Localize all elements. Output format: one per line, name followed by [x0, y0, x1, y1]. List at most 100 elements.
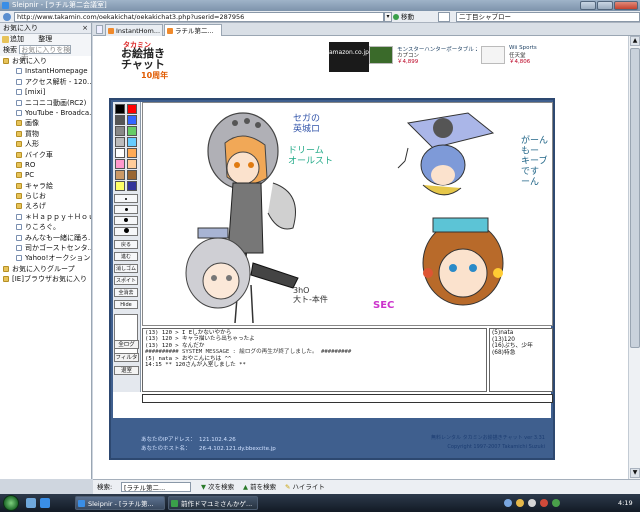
chat-side-button[interactable]: 退室 [114, 366, 139, 375]
page-scrollbar[interactable]: ▲ ▼ [628, 36, 640, 479]
favorites-folder[interactable]: お気に入り [0, 56, 91, 66]
favorites-link[interactable]: アクセス解析 - 120... [0, 77, 91, 87]
color-swatch[interactable] [115, 170, 125, 180]
sidebar-search-input[interactable]: お気に入りを検索 [19, 45, 72, 62]
tray-ime-icon[interactable] [516, 499, 524, 507]
show-desktop-icon[interactable] [26, 498, 36, 508]
tray-security-icon[interactable] [540, 499, 548, 507]
new-tab-icon[interactable] [96, 25, 103, 34]
chat-side-button[interactable]: フィルタ [114, 353, 139, 362]
favorites-folder[interactable]: [IE]ブラウザお気に入り [0, 274, 91, 284]
brush-size-button[interactable] [114, 227, 138, 236]
favorites-folder[interactable]: キャラ絵 [0, 181, 91, 191]
color-swatch[interactable] [115, 181, 125, 191]
color-swatch[interactable] [127, 115, 137, 125]
favorites-link[interactable]: りころぐ。 [0, 222, 91, 232]
clock[interactable]: 4:19 [618, 494, 633, 512]
drawing-tool-button[interactable]: Hide [114, 300, 138, 309]
brush-size-button[interactable] [114, 205, 138, 214]
color-swatch[interactable] [115, 126, 125, 136]
drawing-tool-button[interactable]: 消しゴム [114, 264, 138, 273]
add-favorite-button[interactable]: 追加 [10, 35, 24, 43]
web-search-input[interactable]: 二丁目シャブロー [456, 12, 640, 22]
ad-price: ￥4,806 [509, 59, 531, 65]
favorites-folder[interactable]: お気に入りグループ [0, 264, 91, 274]
favorites-link[interactable]: ＊Ｈａｐｐｙ＋Ｈｏｕ... [0, 212, 91, 222]
color-swatch[interactable] [127, 137, 137, 147]
page-icon [16, 224, 22, 231]
ad-item[interactable]: Wii Sports 任天堂 ￥4,806 [481, 43, 561, 73]
amazon-ad-logo[interactable]: amazon.co.jp [329, 42, 369, 72]
color-swatch[interactable] [127, 159, 137, 169]
task-sleipnir[interactable]: Sleipnir - [ラチル第... [75, 496, 165, 510]
tray-app-icon[interactable] [552, 499, 560, 507]
organize-favorites-button[interactable]: 整理 [38, 35, 52, 43]
drawing-tool-button[interactable]: スポイト [114, 276, 138, 285]
color-swatch[interactable] [115, 148, 125, 158]
find-next-button[interactable]: ▼ 次を検索 [201, 480, 234, 494]
takamin-logo[interactable]: タカミン お絵描き チャット 10周年 [119, 40, 187, 80]
brush-size-button[interactable] [114, 194, 138, 203]
color-swatch[interactable] [115, 137, 125, 147]
tab-ratiru[interactable]: ラチル第二... [164, 24, 222, 36]
favorites-folder[interactable]: 人形 [0, 139, 91, 149]
start-button[interactable] [3, 495, 19, 511]
favorites-link[interactable]: ニコニコ動画(RC2) [0, 98, 91, 108]
search-engine-selector[interactable] [438, 12, 450, 22]
favorites-link[interactable]: みんなも一緒に踊ろ... [0, 233, 91, 243]
find-prev-button[interactable]: ▲ 前を検索 [243, 480, 276, 494]
favorites-folder[interactable]: 買物 [0, 129, 91, 139]
drawing-tool-button[interactable]: 戻る [114, 240, 138, 249]
folder-icon [16, 172, 22, 179]
favorites-link[interactable]: [mixi] [0, 87, 91, 97]
drawing-canvas[interactable]: セガの英城ロ ドリームオールスト がーんもーキーブですーん 3hO 大ト-本件 … [142, 102, 553, 326]
favorites-folder[interactable]: らじお [0, 191, 91, 201]
url-dropdown-icon[interactable]: ▾ [384, 12, 392, 22]
color-swatch[interactable] [127, 104, 137, 114]
minimize-button[interactable] [580, 1, 596, 10]
favorites-folder[interactable]: 画像 [0, 118, 91, 128]
url-input[interactable]: http://www.takamin.com/oekakichat/oekaki… [14, 12, 384, 22]
credit-line-1[interactable]: 無料レンタル タカミンお絵描きチャット ver 3.31 [415, 434, 545, 443]
color-swatch[interactable] [115, 159, 125, 169]
favorites-folder[interactable]: バイク車 [0, 150, 91, 160]
scroll-down-icon[interactable]: ▼ [630, 468, 640, 478]
brush-size-button[interactable] [114, 216, 138, 225]
scroll-thumb[interactable] [630, 48, 640, 348]
user-list-item[interactable]: (16)ぷち、少年 [492, 343, 550, 350]
chat-side-button[interactable]: 全ログ [114, 340, 139, 349]
chat-applet: 戻る 進む 消しゴム スポイト 全消去 Hide セガの英城ロ ドリームオールス… [113, 102, 553, 418]
find-input[interactable]: [ラチル第二... [121, 482, 191, 492]
color-swatch[interactable] [115, 115, 125, 125]
drawing-tool-button[interactable]: 全消去 [114, 288, 138, 297]
color-swatch[interactable] [127, 126, 137, 136]
ad-thumbnail [481, 46, 505, 64]
color-swatch[interactable] [127, 181, 137, 191]
favorites-folder[interactable]: PC [0, 170, 91, 180]
tray-volume-icon[interactable] [528, 499, 536, 507]
color-swatch[interactable] [127, 148, 137, 158]
tray-network-icon[interactable] [504, 499, 512, 507]
color-swatch[interactable] [127, 170, 137, 180]
close-button[interactable] [614, 1, 638, 10]
quicklaunch-browser-icon[interactable] [40, 498, 50, 508]
chat-message-input[interactable] [142, 394, 553, 403]
highlight-button[interactable]: ✎ ハイライト [285, 480, 325, 494]
ad-item[interactable]: モンスターハンターポータブル 2nd G カプコン ￥4,899 [369, 43, 479, 73]
favorites-folder[interactable]: RO [0, 160, 91, 170]
favorites-link[interactable]: InstantHomepage [0, 66, 91, 76]
favorites-link[interactable]: YouTube - Broadca... [0, 108, 91, 118]
maximize-button[interactable] [597, 1, 613, 10]
go-button[interactable]: 移動 [393, 12, 414, 22]
drawing-tool-button[interactable]: 進む [114, 252, 138, 261]
favorites-link[interactable]: 司かゴーストセンタ... [0, 243, 91, 253]
color-swatch[interactable] [115, 104, 125, 114]
favorites-link[interactable]: Yahoo!オークション... [0, 253, 91, 263]
task-second-window[interactable]: 前作ドマユミさんかゲ... [168, 496, 258, 510]
user-list-item[interactable]: (68)特急 [492, 350, 550, 357]
favorites-folder[interactable]: えろげ [0, 201, 91, 211]
tab-instanthomepage[interactable]: InstantHom... [105, 24, 163, 36]
user-list-item[interactable]: (5)nata [492, 330, 550, 337]
scroll-up-icon[interactable]: ▲ [630, 36, 640, 46]
sidebar-close-icon[interactable]: × [82, 23, 88, 34]
